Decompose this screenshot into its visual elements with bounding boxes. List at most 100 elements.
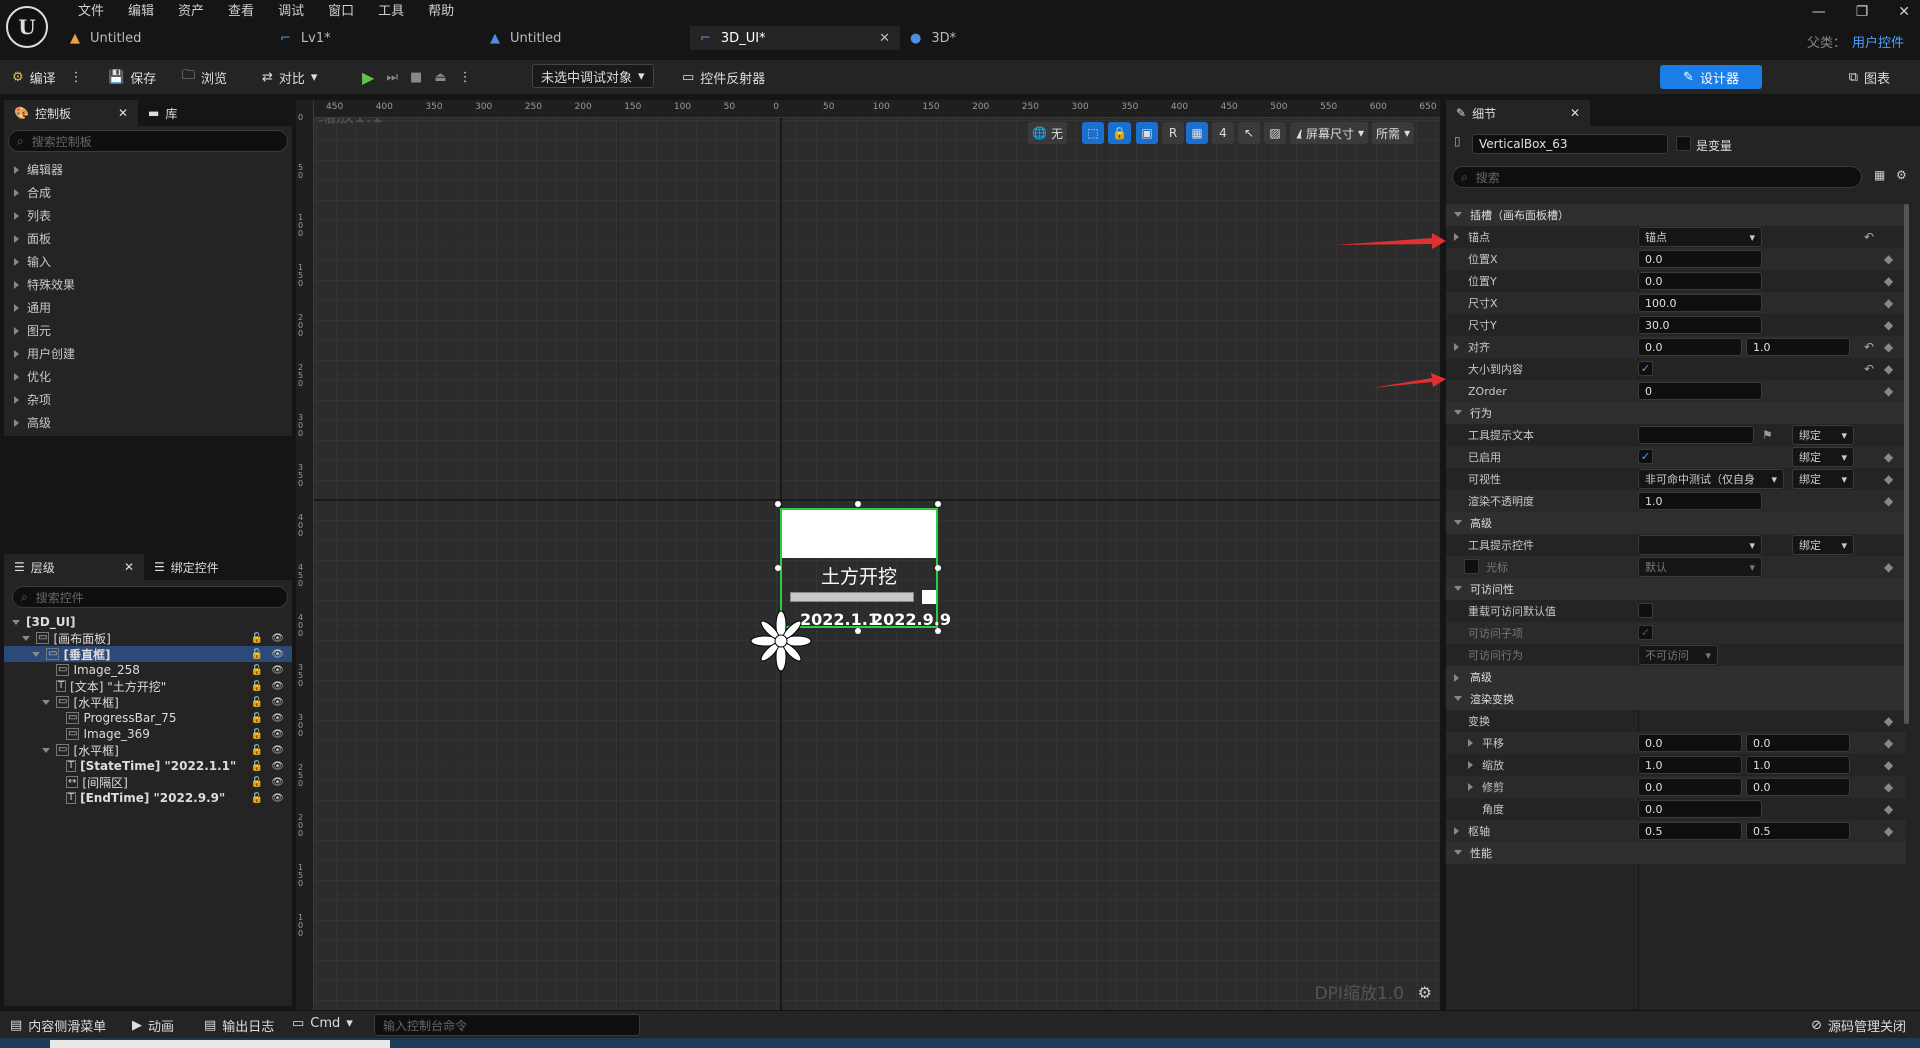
cmd-select[interactable]: ▭ Cmd ▾ — [292, 1016, 353, 1031]
bind-dropdown[interactable]: 绑定 ▾ — [1792, 425, 1854, 445]
size-x-input[interactable]: 100.0 — [1638, 294, 1762, 312]
alignment-x-input[interactable]: 0.0 — [1638, 338, 1742, 356]
hierarchy-item[interactable]: ▭ [水平框] 🔓 👁 — [4, 694, 292, 710]
respect-locks-button[interactable]: R — [1162, 122, 1184, 144]
menu-window[interactable]: 窗口 — [316, 2, 366, 22]
lock-button[interactable]: 🔒 — [1108, 122, 1131, 144]
details-section[interactable]: 高级 — [1446, 512, 1906, 534]
position-y-input[interactable]: 0.0 — [1638, 272, 1762, 290]
minimize-icon[interactable]: — — [1812, 4, 1826, 20]
menu-edit[interactable]: 编辑 — [116, 2, 166, 22]
autosize-checkbox[interactable]: ✓ — [1638, 361, 1653, 376]
eye-icon[interactable]: 👁 — [271, 649, 284, 660]
keyframe-icon[interactable]: ◆ — [1884, 450, 1893, 464]
unlock-icon[interactable]: 🔓 — [251, 745, 263, 756]
unlock-icon[interactable]: 🔓 — [251, 777, 263, 788]
unlock-icon[interactable]: 🔓 — [251, 681, 263, 692]
widget-name-input[interactable]: VerticalBox_63 — [1472, 134, 1668, 154]
expand-icon[interactable] — [1454, 827, 1459, 835]
hierarchy-item[interactable]: T [StateTime] "2022.1.1" 🔓 👁 — [4, 758, 292, 774]
resize-handle[interactable] — [855, 501, 861, 507]
doc-tab-3d[interactable]: ● 3D* — [900, 26, 1020, 50]
expand-icon[interactable] — [42, 747, 50, 753]
expand-icon[interactable] — [22, 635, 30, 641]
menu-view[interactable]: 查看 — [216, 2, 266, 22]
table-view-icon[interactable]: ▦ — [1874, 168, 1885, 182]
hierarchy-item[interactable]: ▭ [水平框] 🔓 👁 — [4, 742, 292, 758]
eye-icon[interactable]: 👁 — [271, 681, 284, 692]
keyframe-icon[interactable]: ◆ — [1884, 758, 1893, 772]
gear-icon[interactable]: ⚙ — [1418, 983, 1432, 1002]
expand-icon[interactable] — [12, 619, 20, 625]
keyframe-icon[interactable]: ◆ — [1884, 472, 1893, 486]
unlock-icon[interactable]: 🔓 — [251, 713, 263, 724]
details-section[interactable]: 高级 — [1446, 666, 1906, 688]
pointer-button[interactable]: ↖ — [1238, 122, 1260, 144]
reset-icon[interactable]: ↶ — [1864, 230, 1874, 244]
tab-details[interactable]: ✎ 细节 ✕ — [1446, 100, 1590, 126]
keyframe-icon[interactable]: ◆ — [1884, 780, 1893, 794]
resize-handle[interactable] — [855, 628, 861, 634]
snap-button[interactable]: ⬚ — [1082, 122, 1104, 144]
expand-icon[interactable] — [1468, 761, 1473, 769]
doc-tab-untitled-2[interactable]: ▲ Untitled — [480, 26, 690, 50]
more-icon[interactable]: ⋮ — [459, 70, 472, 85]
size-y-input[interactable]: 30.0 — [1638, 316, 1762, 334]
bind-dropdown[interactable]: 绑定 ▾ — [1792, 469, 1854, 489]
close-window-icon[interactable]: ✕ — [1898, 4, 1910, 20]
eye-icon[interactable]: 👁 — [271, 729, 284, 740]
resize-handle[interactable] — [935, 628, 941, 634]
restore-icon[interactable]: ❐ — [1856, 4, 1869, 20]
more-icon[interactable]: ⋮ — [70, 70, 83, 85]
unlock-icon[interactable]: 🔓 — [251, 665, 263, 676]
keyframe-icon[interactable]: ◆ — [1884, 362, 1893, 376]
translation-y-input[interactable]: 0.0 — [1746, 734, 1850, 752]
close-icon[interactable]: ✕ — [118, 106, 128, 120]
resize-handle[interactable] — [935, 565, 941, 571]
pivot-y-input[interactable]: 0.5 — [1746, 822, 1850, 840]
keyframe-icon[interactable]: ◆ — [1884, 340, 1893, 354]
keyframe-icon[interactable]: ◆ — [1884, 274, 1893, 288]
hierarchy-item[interactable]: ▭ [垂直框] 🔓 👁 — [4, 646, 292, 662]
screen-size-select[interactable]: 屏幕尺寸 ▾ — [1302, 122, 1369, 144]
hierarchy-item[interactable]: ▭ ProgressBar_75 🔓 👁 — [4, 710, 292, 726]
accessible-children-checkbox[interactable]: ✓ — [1638, 625, 1653, 640]
expand-icon[interactable] — [1454, 343, 1459, 351]
eye-icon[interactable]: 👁 — [271, 761, 284, 772]
hierarchy-item[interactable]: ▭ [画布面板] 🔓 👁 — [4, 630, 292, 646]
stop-icon[interactable]: ■ — [410, 70, 422, 85]
localization-button[interactable]: 🌐 无 — [1028, 122, 1067, 144]
browse-button[interactable]: 🗀 浏览 — [182, 66, 227, 88]
unlock-icon[interactable]: 🔓 — [251, 697, 263, 708]
resize-handle[interactable] — [935, 501, 941, 507]
animation-button[interactable]: ▶ 动画 — [132, 1016, 174, 1035]
diff-button[interactable]: ⇄ 对比 ▾ — [262, 66, 317, 88]
override-accessibility-checkbox[interactable] — [1638, 603, 1653, 618]
keyframe-icon[interactable]: ◆ — [1884, 824, 1893, 838]
widget-reflector-button[interactable]: ▭ 控件反射器 — [682, 66, 765, 88]
tooltip-widget-dropdown[interactable]: ▾ — [1638, 535, 1762, 555]
cursor-checkbox[interactable] — [1464, 559, 1479, 574]
keyframe-icon[interactable]: ◆ — [1884, 252, 1893, 266]
angle-input[interactable]: 0.0 — [1638, 800, 1762, 818]
hierarchy-search-input[interactable]: ⌕ 搜索控件 — [12, 586, 288, 608]
tab-library[interactable]: ▬ 库 — [138, 100, 188, 126]
unreal-logo-icon[interactable]: U — [6, 6, 48, 48]
pivot-x-input[interactable]: 0.5 — [1638, 822, 1742, 840]
eye-icon[interactable]: 👁 — [271, 793, 284, 804]
layout-button[interactable]: ▣ — [1136, 122, 1158, 144]
translation-x-input[interactable]: 0.0 — [1638, 734, 1742, 752]
reset-icon[interactable]: ↶ — [1864, 362, 1874, 376]
expand-icon[interactable] — [1468, 739, 1473, 747]
unlock-icon[interactable]: 🔓 — [251, 729, 263, 740]
palette-category[interactable]: 编辑器 — [4, 158, 292, 181]
debug-target-select[interactable]: 未选中调试对象 ▾ — [532, 64, 654, 88]
eye-icon[interactable]: 👁 — [271, 697, 284, 708]
palette-category[interactable]: 用户创建 — [4, 342, 292, 365]
compile-button[interactable]: ⚙ 编译 ⋮ — [12, 66, 83, 88]
details-scrollbar[interactable] — [1904, 204, 1909, 724]
resize-handle[interactable] — [775, 501, 781, 507]
visibility-dropdown[interactable]: 非可命中测试（仅自身 ▾ — [1638, 469, 1784, 489]
expand-icon[interactable] — [42, 699, 50, 705]
tooltip-text-input[interactable] — [1638, 426, 1754, 444]
